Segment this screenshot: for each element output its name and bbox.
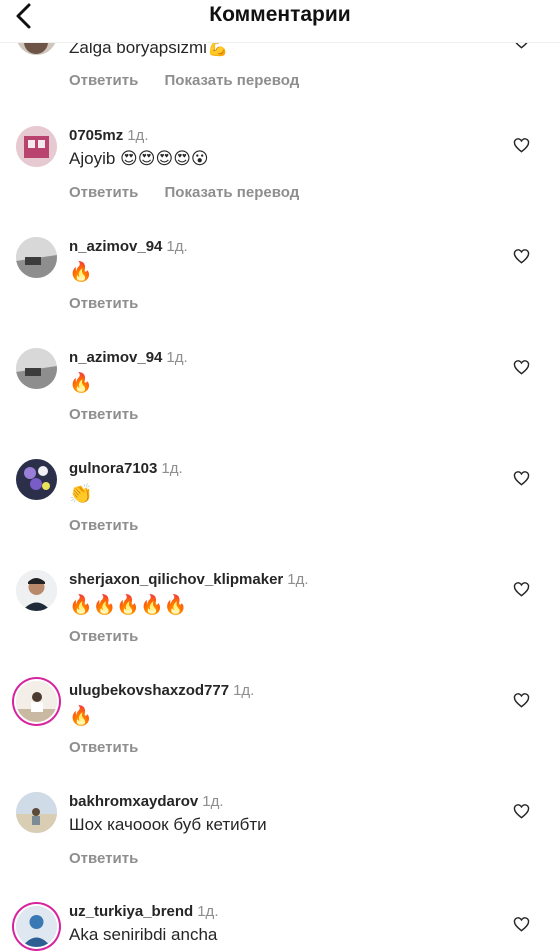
- comment-row: uz_turkiya_brend 1д. Aka seniribdi ancha: [0, 902, 560, 951]
- comment-row: n_azimov_94 1д. 🔥 Ответить: [0, 237, 560, 348]
- heart-icon[interactable]: [513, 137, 530, 153]
- avatar[interactable]: [16, 681, 57, 722]
- comment-text: 🔥: [69, 373, 93, 394]
- reply-button[interactable]: Ответить: [69, 739, 138, 756]
- page-title: Комментарии: [209, 3, 351, 26]
- comment-actions: Ответить: [69, 739, 160, 756]
- avatar[interactable]: [16, 237, 57, 278]
- comment-time: 1д.: [166, 349, 188, 366]
- comment-actions: Ответить: [69, 850, 160, 867]
- comment-text: 🔥: [69, 262, 93, 283]
- comment-row: ulugbekovshaxzod777 1д. 🔥 Ответить: [0, 681, 560, 792]
- reply-button[interactable]: Ответить: [69, 628, 138, 645]
- comment-row: gulnora7103 1д. 👏 Ответить: [0, 459, 560, 570]
- comment-username[interactable]: ulugbekovshaxzod777 1д.: [69, 682, 254, 699]
- comment-time: 1д.: [287, 571, 309, 588]
- comment-row: n_azimov_94 1д. 🔥 Ответить: [0, 348, 560, 459]
- avatar[interactable]: [16, 906, 57, 947]
- comment-time: 1д.: [233, 682, 255, 699]
- comment-username[interactable]: 0705mz 1д.: [69, 127, 148, 144]
- comment-actions: Ответить: [69, 517, 160, 534]
- comment-row: bakhromxaydarov 1д. Шох качооок буб кетиб…: [0, 792, 560, 903]
- avatar[interactable]: [16, 348, 57, 389]
- avatar[interactable]: [16, 126, 57, 167]
- show-translation-button[interactable]: Показать перевод: [165, 72, 300, 89]
- show-translation-button[interactable]: Показать перевод: [165, 184, 300, 201]
- reply-button[interactable]: Ответить: [69, 406, 138, 423]
- comment-text: 🔥🔥🔥🔥🔥: [69, 595, 188, 616]
- heart-icon[interactable]: [513, 470, 530, 486]
- avatar[interactable]: [16, 459, 57, 500]
- comment-username[interactable]: gulnora7103 1д.: [69, 460, 183, 477]
- comment-actions: Ответить: [69, 295, 160, 312]
- avatar[interactable]: [16, 792, 57, 833]
- comment-text: Ajoyib 😍😍😍😍😮: [69, 149, 209, 168]
- comment-time: 1д.: [197, 903, 219, 920]
- comment-time: 1д.: [202, 793, 224, 810]
- reply-button[interactable]: Ответить: [69, 517, 138, 534]
- reply-button[interactable]: Ответить: [69, 295, 138, 312]
- comment-time: 1д.: [161, 460, 183, 477]
- comment-actions: Ответить: [69, 628, 160, 645]
- comment-time: 1д.: [127, 127, 149, 144]
- heart-icon[interactable]: [513, 581, 530, 597]
- reply-button[interactable]: Ответить: [69, 184, 138, 201]
- comment-text: 🔥: [69, 706, 93, 727]
- avatar[interactable]: [16, 570, 57, 611]
- comment-text: 👏: [69, 484, 93, 505]
- comment-row: sherjaxon_qilichov_klipmaker 1д. 🔥🔥🔥🔥🔥 От…: [0, 570, 560, 681]
- comment-text: Aka seniribdi ancha: [69, 925, 218, 944]
- comment-actions: Ответить Показать перевод: [69, 72, 321, 89]
- heart-icon[interactable]: [513, 692, 530, 708]
- comment-username[interactable]: sherjaxon_qilichov_klipmaker 1д.: [69, 571, 309, 588]
- heart-icon[interactable]: [513, 359, 530, 375]
- comment-username[interactable]: bakhromxaydarov 1д.: [69, 793, 224, 810]
- comment-actions: Ответить Показать перевод: [69, 184, 321, 201]
- reply-button[interactable]: Ответить: [69, 72, 138, 89]
- heart-icon[interactable]: [513, 916, 530, 932]
- comment-username[interactable]: n_azimov_94 1д.: [69, 349, 188, 366]
- comment-row: 0705mz 1д. Ajoyib 😍😍😍😍😮 Ответить Показать…: [0, 126, 560, 237]
- comment-username[interactable]: n_azimov_94 1д.: [69, 238, 188, 255]
- comment-text: Шох качооок буб кетибти: [69, 815, 267, 834]
- comments-list: Zalga boryapsizmi💪 Ответить Показать пер…: [0, 0, 560, 951]
- comment-time: 1д.: [166, 238, 188, 255]
- heart-icon[interactable]: [513, 248, 530, 264]
- comment-actions: Ответить: [69, 406, 160, 423]
- comment-username[interactable]: uz_turkiya_brend 1д.: [69, 903, 218, 920]
- header-bar: Комментарии: [0, 0, 560, 43]
- heart-icon[interactable]: [513, 803, 530, 819]
- reply-button[interactable]: Ответить: [69, 850, 138, 867]
